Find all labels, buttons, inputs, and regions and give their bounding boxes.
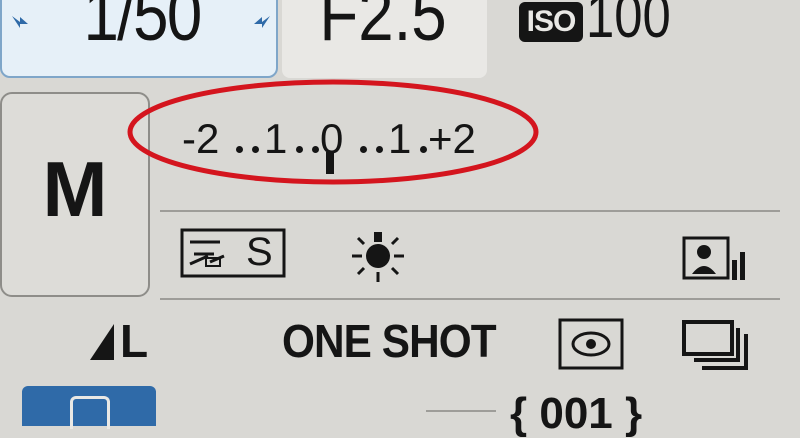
- divider: [160, 210, 780, 212]
- metering-mode-button[interactable]: [558, 318, 624, 370]
- shooting-mode-label: M: [42, 145, 108, 233]
- scale-dot: [312, 146, 319, 153]
- picture-style-portrait-icon: [682, 236, 745, 280]
- scale-dot: [376, 146, 383, 153]
- aperture-value: F2.5: [319, 0, 447, 56]
- shots-remaining: { 001 }: [510, 389, 643, 438]
- quality-triangle-icon: [90, 324, 114, 360]
- iso-value[interactable]: 100: [586, 0, 671, 48]
- scale-label-minus-2: -2: [182, 115, 220, 162]
- picture-style-button[interactable]: [682, 236, 748, 284]
- continuous-drive-icon: [682, 320, 748, 370]
- scale-dot: [236, 146, 243, 153]
- iso-badge: ISO: [519, 2, 583, 42]
- image-quality-label[interactable]: L: [120, 318, 148, 364]
- white-balance-suffix: S: [246, 230, 273, 274]
- arrow-right-icon: [254, 16, 270, 28]
- metering-evaluative-icon: [558, 318, 624, 370]
- metering-preset-button[interactable]: [346, 222, 410, 286]
- q-icon: [70, 396, 110, 429]
- af-mode-label[interactable]: ONE SHOT: [282, 318, 497, 364]
- divider: [426, 410, 496, 412]
- drive-mode-button[interactable]: [682, 320, 752, 370]
- arrow-left-icon: [12, 16, 28, 28]
- scale-label-plus-1: 1: [388, 115, 412, 162]
- sun-icon: [352, 232, 404, 282]
- divider: [160, 298, 780, 300]
- scale-dot: [296, 146, 303, 153]
- scale-label-plus-2: +2: [428, 115, 476, 162]
- exposure-level-pointer: [326, 152, 334, 174]
- scale-label-minus-1: 1: [264, 115, 288, 162]
- shutter-speed-value: 1/50: [83, 0, 203, 56]
- white-balance-button[interactable]: S: [180, 228, 286, 278]
- scale-dot: [252, 146, 259, 153]
- exposure-scale: -2 1 0 1 +2: [160, 96, 800, 196]
- quick-control-button[interactable]: [22, 386, 156, 429]
- scale-dot: [420, 146, 427, 153]
- scale-dot: [360, 146, 367, 153]
